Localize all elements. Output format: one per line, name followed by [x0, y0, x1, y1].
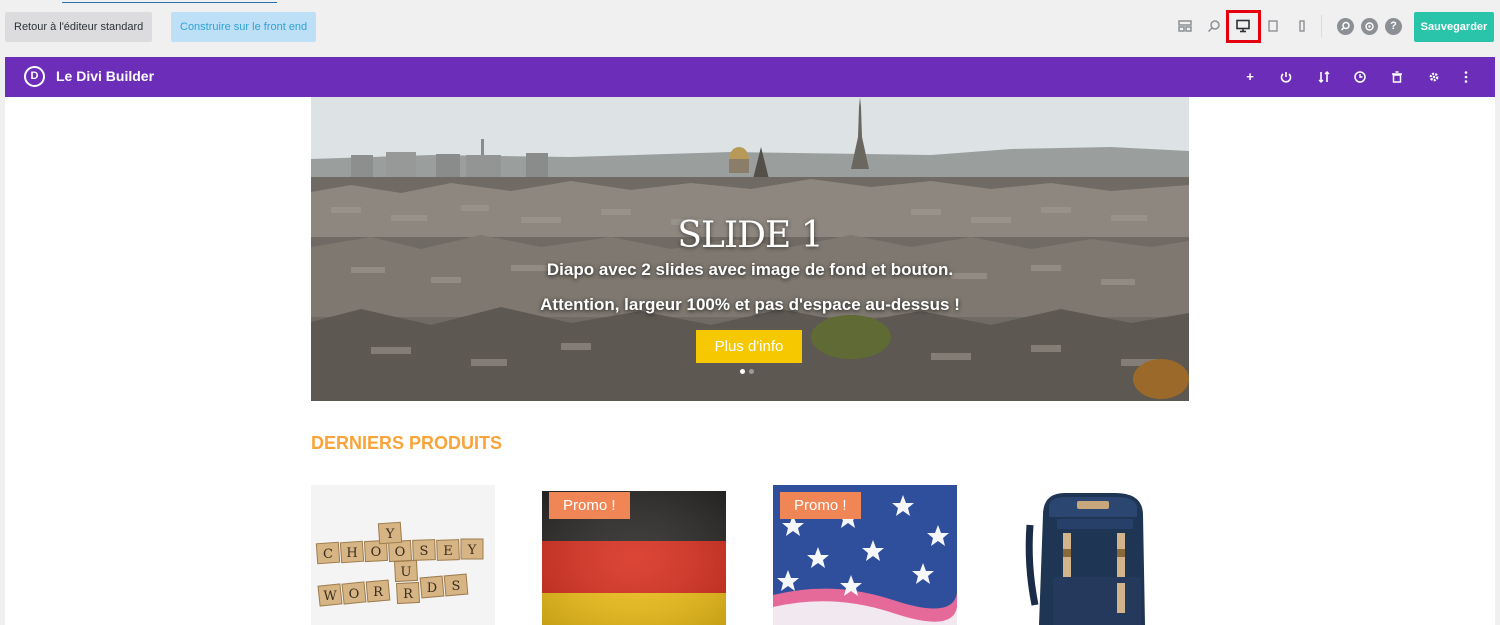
- backpack-image: [1005, 485, 1189, 625]
- phone-view-icon[interactable]: [1295, 19, 1309, 38]
- divi-builder-bar: D Le Divi Builder +: [5, 57, 1495, 97]
- svg-text:R: R: [403, 587, 414, 602]
- history-icon[interactable]: [1352, 68, 1368, 86]
- divi-logo-icon: D: [24, 66, 45, 87]
- trash-icon[interactable]: [1389, 68, 1405, 86]
- svg-text:C: C: [323, 547, 333, 562]
- zoom-icon[interactable]: [1207, 19, 1221, 38]
- slider-dot-active[interactable]: [740, 369, 745, 374]
- save-button[interactable]: Sauvegarder: [1414, 12, 1494, 42]
- sort-icon[interactable]: [1316, 68, 1332, 86]
- svg-text:S: S: [420, 544, 429, 559]
- builder-title: Le Divi Builder: [56, 68, 155, 84]
- top-link[interactable]: [62, 0, 277, 3]
- promo-badge: Promo !: [549, 492, 630, 519]
- slide-description-line-2: Attention, largeur 100% et pas d'espace …: [540, 295, 960, 314]
- svg-text:R: R: [373, 585, 384, 600]
- svg-text:Y: Y: [385, 527, 395, 542]
- product-card-us-flag[interactable]: Promo !: [773, 485, 957, 625]
- svg-text:O: O: [371, 545, 382, 560]
- svg-text:O: O: [349, 587, 360, 602]
- slide-description-line-1: Diapo avec 2 slides avec image de fond e…: [546, 260, 954, 279]
- svg-text:S: S: [452, 579, 461, 594]
- layers-icon[interactable]: [1361, 18, 1378, 35]
- help-icon[interactable]: ?: [1385, 18, 1402, 35]
- plus-icon[interactable]: +: [1242, 68, 1258, 86]
- page-canvas: SLIDE 1 Diapo avec 2 slides avec image d…: [5, 97, 1495, 625]
- wireframe-view-icon[interactable]: [1178, 19, 1192, 38]
- power-icon[interactable]: [1278, 68, 1294, 86]
- slide-more-info-button[interactable]: Plus d'info: [696, 330, 802, 363]
- product-card-backpack[interactable]: [1005, 485, 1189, 625]
- desktop-view-highlight: [1226, 10, 1261, 43]
- product-card-scrabble[interactable]: CHOO SEY YUR WOR DS: [311, 485, 495, 625]
- svg-text:H: H: [346, 546, 357, 561]
- build-on-front-end-button[interactable]: Construire sur le front end: [171, 12, 317, 42]
- scrabble-tiles-image: CHOO SEY YUR WOR DS: [311, 485, 495, 625]
- svg-text:D: D: [427, 581, 437, 596]
- svg-text:Y: Y: [467, 543, 477, 558]
- slide-title: SLIDE 1: [677, 215, 823, 256]
- svg-text:O: O: [395, 545, 406, 560]
- fullwidth-slider: SLIDE 1 Diapo avec 2 slides avec image d…: [311, 97, 1189, 401]
- toolbar-divider: [1321, 15, 1322, 38]
- product-card-german-flag[interactable]: Promo !: [542, 485, 726, 625]
- more-icon[interactable]: [1458, 68, 1474, 86]
- gear-icon[interactable]: [1426, 68, 1442, 86]
- svg-text:E: E: [443, 544, 453, 559]
- promo-badge: Promo !: [780, 492, 861, 519]
- search-icon[interactable]: [1337, 18, 1354, 35]
- slider-dot[interactable]: [749, 369, 754, 374]
- svg-text:W: W: [323, 589, 337, 604]
- tablet-view-icon[interactable]: [1266, 19, 1280, 38]
- back-to-standard-editor-button[interactable]: Retour à l'éditeur standard: [5, 12, 153, 42]
- latest-products-title: DERNIERS PRODUITS: [311, 433, 503, 453]
- svg-text:U: U: [401, 565, 412, 580]
